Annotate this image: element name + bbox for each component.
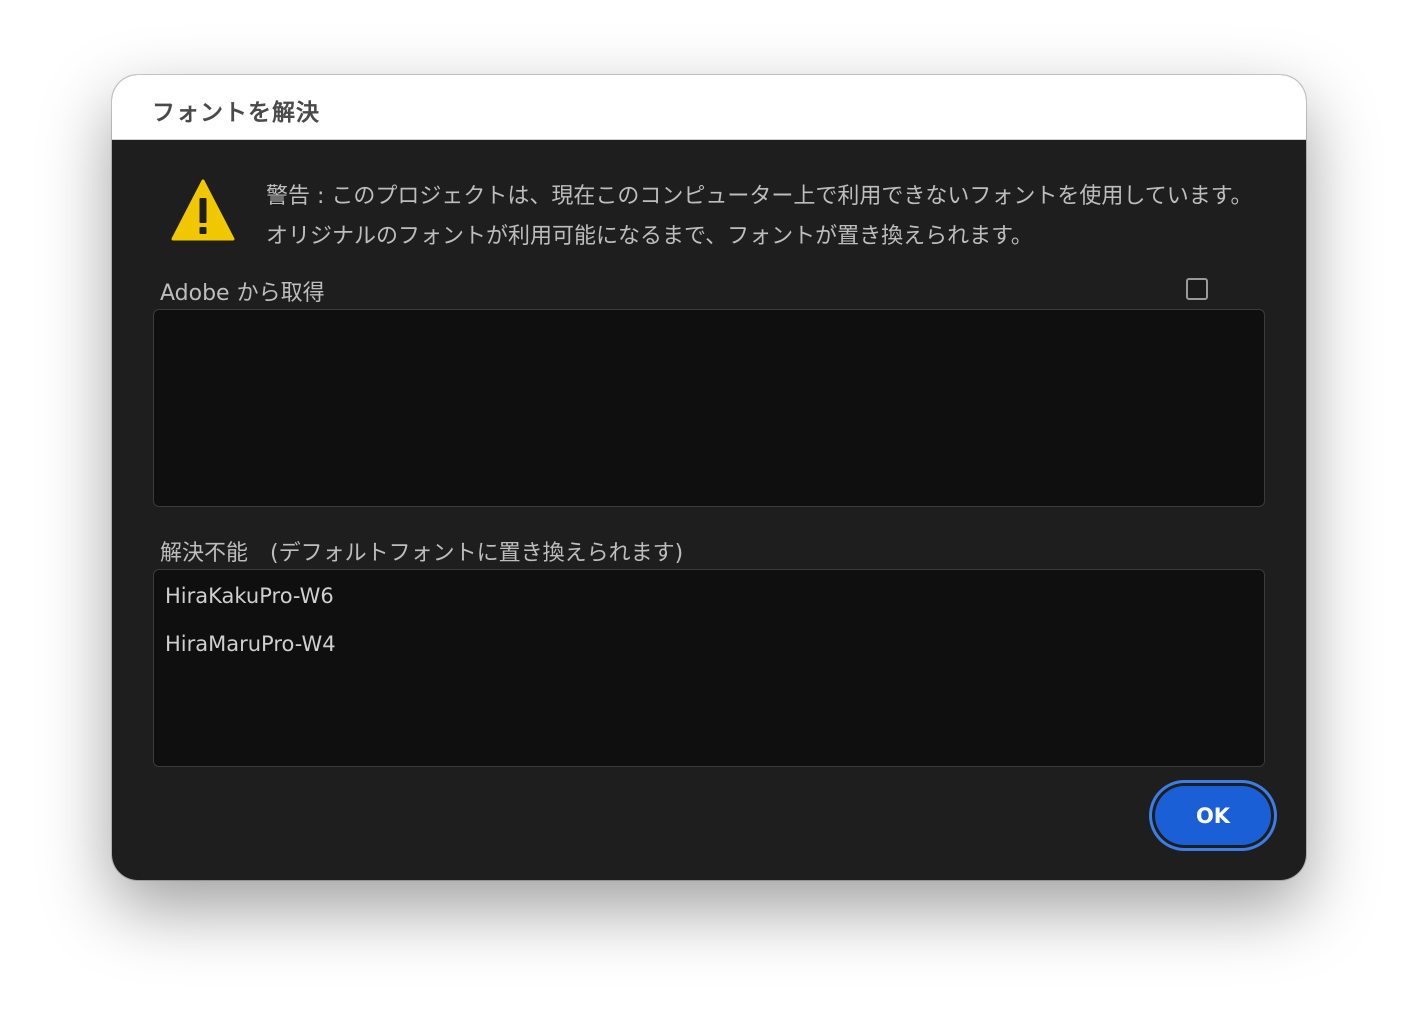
unresolved-section-label: 解決不能 (デフォルトフォントに置き換えられます) [160, 541, 684, 566]
warning-message: 警告 : このプロジェクトは、現在このコンピューター上で利用できないフォントを使… [266, 184, 1253, 249]
list-item[interactable]: HiraMaruPro-W4 [165, 632, 336, 656]
warning-triangle-icon [171, 179, 235, 241]
ok-button[interactable]: OK [1155, 786, 1271, 845]
unresolved-fonts-list[interactable]: HiraKakuPro-W6 HiraMaruPro-W4 [153, 569, 1265, 767]
adobe-fonts-checkbox[interactable] [1186, 278, 1208, 300]
list-item[interactable]: HiraKakuPro-W6 [165, 584, 334, 608]
resolve-fonts-dialog: フォントを解決 警告 : このプロジェクトは、現在このコンピューター上で利用でき… [112, 75, 1306, 880]
dialog-title: フォントを解決 [152, 100, 320, 126]
adobe-fonts-list[interactable] [153, 309, 1265, 507]
adobe-section-label: Adobe から取得 [160, 281, 325, 306]
dialog-titlebar: フォントを解決 [112, 75, 1306, 140]
